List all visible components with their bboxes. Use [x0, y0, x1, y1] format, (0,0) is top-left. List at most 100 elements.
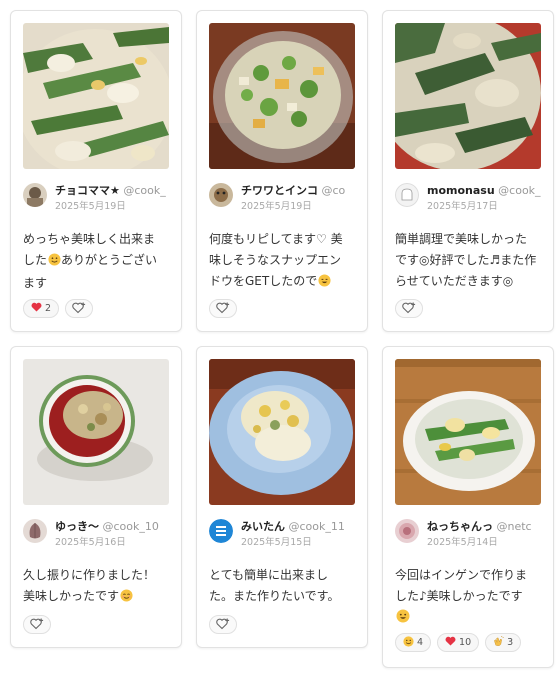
user-name[interactable]: みいたん — [241, 520, 285, 533]
heart-plus-icon — [216, 299, 230, 318]
comment-card: チョコママ★ @cook_ 2025年5月19日 めっちゃ美味しく出来ま したあ… — [10, 10, 182, 332]
user-avatar[interactable] — [395, 183, 419, 207]
comment-text: 今回はインゲンで作りま した♪美味しかったです — [395, 565, 545, 630]
user-name-line[interactable]: ねっちゃんっ @netc — [427, 520, 543, 534]
comment-fragment: 美味しかったです — [23, 589, 120, 603]
comment-line: とても簡単に出来まし — [209, 568, 329, 582]
reaction-bar — [23, 615, 51, 634]
comment-date: 2025年5月16日 — [55, 537, 126, 548]
add-reaction-button[interactable] — [395, 299, 423, 318]
user-avatar[interactable] — [209, 183, 233, 207]
comment-line: らせていただきます◎ — [395, 274, 514, 288]
dish-photo[interactable] — [209, 359, 355, 505]
user-handle: @cook_10 — [102, 520, 159, 533]
reaction-bar — [209, 299, 237, 318]
reaction-count: 4 — [417, 637, 424, 648]
comment-line: ます — [23, 276, 48, 290]
comment-date: 2025年5月14日 — [427, 537, 498, 548]
reaction-count: 3 — [507, 637, 514, 648]
smiling-face-icon — [403, 635, 414, 650]
relieved-face-icon — [120, 588, 133, 609]
dish-photo[interactable] — [395, 359, 541, 505]
user-handle: @netc — [496, 520, 532, 533]
comment-date: 2025年5月15日 — [241, 537, 312, 548]
comment-line: た。また作りたいです。 — [209, 589, 340, 603]
heart-plus-icon — [402, 299, 416, 318]
comment-author: みいたん @cook_11 2025年5月15日 — [209, 519, 357, 549]
add-reaction-button[interactable] — [209, 615, 237, 634]
comment-line: 味しそうなスナップエン — [209, 253, 342, 267]
user-avatar[interactable] — [209, 519, 233, 543]
comment-line — [395, 607, 545, 630]
comment-fragment: した — [23, 253, 48, 267]
user-name-line[interactable]: momonasu @cook_ — [427, 184, 543, 198]
comment-author: ねっちゃんっ @netc 2025年5月14日 — [395, 519, 543, 549]
dish-photo[interactable] — [209, 23, 355, 169]
user-name-line[interactable]: チョコママ★ @cook_ — [55, 184, 171, 198]
add-reaction-button[interactable] — [209, 299, 237, 318]
comment-card: ねっちゃんっ @netc 2025年5月14日 今回はインゲンで作りま した♪美… — [382, 346, 554, 668]
heart-icon — [31, 302, 42, 315]
reaction-chip[interactable]: 2 — [23, 299, 60, 318]
heart-plus-icon — [30, 615, 44, 634]
user-avatar[interactable] — [23, 519, 47, 543]
comment-line: 何度もリピしてます♡ 美 — [209, 232, 343, 246]
user-name-line[interactable]: ゆっき〜 @cook_10 — [55, 520, 171, 534]
comment-line: 美味しかったです — [23, 586, 173, 609]
comment-date: 2025年5月17日 — [427, 201, 498, 212]
comment-fragment: ありがとうござい — [61, 253, 158, 267]
dish-photo[interactable] — [395, 23, 541, 169]
reaction-count: 2 — [45, 303, 52, 314]
comment-card: チワワとインコ @co 2025年5月19日 何度もリピしてます♡ 美 味しそう… — [196, 10, 368, 332]
user-name-line[interactable]: みいたん @cook_11 — [241, 520, 357, 534]
heart-plus-icon — [72, 299, 86, 318]
user-handle: @co — [321, 184, 346, 197]
reaction-bar: 4 10 3 — [395, 633, 522, 652]
heart-plus-icon — [216, 615, 230, 634]
comment-text: とても簡単に出来まし た。また作りたいです。 — [209, 565, 359, 607]
smiling-face-icon — [48, 252, 61, 273]
comment-author: チワワとインコ @co 2025年5月19日 — [209, 183, 357, 213]
reaction-count: 10 — [459, 637, 472, 648]
user-name[interactable]: チワワとインコ — [241, 184, 318, 197]
add-reaction-button[interactable] — [23, 615, 51, 634]
comment-line: 簡単調理で美味しかった — [395, 232, 528, 246]
comment-line: した♪美味しかったです — [395, 589, 523, 603]
comment-line: 久し振りに作りました！ — [23, 568, 156, 582]
comment-text: めっちゃ美味しく出来ま した ありがとうござい ます — [23, 229, 173, 294]
user-name[interactable]: ゆっき〜 — [55, 520, 99, 533]
comment-card: みいたん @cook_11 2025年5月15日 とても簡単に出来まし た。また… — [196, 346, 368, 648]
comment-line: した ありがとうござい — [23, 250, 173, 273]
comment-card: ゆっき〜 @cook_10 2025年5月16日 久し振りに作りました！ 美味し… — [10, 346, 182, 648]
reaction-bar — [209, 615, 237, 634]
add-reaction-button[interactable] — [65, 299, 94, 318]
user-name[interactable]: チョコママ★ — [55, 184, 120, 197]
comment-line: 今回はインゲンで作りま — [395, 568, 528, 582]
comment-line: めっちゃ美味しく出来ま — [23, 232, 156, 246]
comment-date: 2025年5月19日 — [55, 201, 126, 212]
user-handle: @cook_ — [123, 184, 166, 197]
grinning-face-icon — [318, 273, 331, 294]
reaction-chip[interactable]: 10 — [437, 633, 480, 652]
user-name[interactable]: momonasu — [427, 184, 495, 197]
user-name-line[interactable]: チワワとインコ @co — [241, 184, 357, 198]
comment-card: momonasu @cook_ 2025年5月17日 簡単調理で美味しかった で… — [382, 10, 554, 332]
dish-photo[interactable] — [23, 359, 169, 505]
grinning-face-icon — [396, 609, 410, 630]
reaction-chip[interactable]: 4 — [395, 633, 432, 652]
clapping-hands-icon — [493, 635, 504, 650]
dish-photo[interactable] — [23, 23, 169, 169]
user-avatar[interactable] — [23, 183, 47, 207]
user-name[interactable]: ねっちゃんっ — [427, 520, 493, 533]
comment-text: 何度もリピしてます♡ 美 味しそうなスナップエン ドウをGETしたので — [209, 229, 359, 294]
comment-date: 2025年5月19日 — [241, 201, 312, 212]
comment-author: ゆっき〜 @cook_10 2025年5月16日 — [23, 519, 171, 549]
comment-author: チョコママ★ @cook_ 2025年5月19日 — [23, 183, 171, 213]
user-handle: @cook_ — [498, 184, 541, 197]
heart-icon — [445, 636, 456, 649]
comment-author: momonasu @cook_ 2025年5月17日 — [395, 183, 543, 213]
reaction-bar: 2 — [23, 299, 94, 318]
user-avatar[interactable] — [395, 519, 419, 543]
comment-text: 久し振りに作りました！ 美味しかったです — [23, 565, 173, 609]
reaction-chip[interactable]: 3 — [485, 633, 522, 652]
